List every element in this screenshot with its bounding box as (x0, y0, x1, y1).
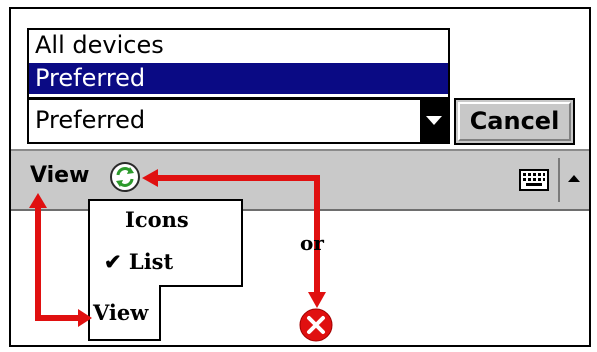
checkmark-icon: ✔ (104, 249, 122, 274)
list-item-preferred-selected[interactable]: Preferred (29, 63, 448, 94)
device-combo-box[interactable]: Preferred (27, 98, 450, 144)
close-icon[interactable] (298, 307, 334, 343)
cancel-button-label: Cancel (469, 107, 560, 135)
menu-item-icons[interactable]: Icons (125, 207, 189, 232)
device-dropdown-list[interactable]: All devices Preferred (27, 28, 450, 99)
sip-divider (558, 158, 560, 202)
cancel-button[interactable]: Cancel (454, 98, 575, 145)
combo-value: Preferred (35, 106, 146, 134)
menu-item-list-label: List (128, 249, 174, 274)
keyboard-icon[interactable] (519, 169, 549, 191)
or-label: or (300, 231, 324, 255)
combo-dropdown-button[interactable] (420, 100, 448, 142)
triangle-down-icon (426, 116, 442, 125)
view-menu[interactable]: View (30, 163, 89, 188)
chevron-up-icon[interactable] (566, 172, 582, 184)
list-item-all-devices[interactable]: All devices (29, 30, 448, 61)
popup-view-label[interactable]: View (93, 300, 148, 325)
refresh-icon[interactable] (109, 161, 141, 193)
menu-item-list[interactable]: ✔ List (104, 249, 173, 274)
